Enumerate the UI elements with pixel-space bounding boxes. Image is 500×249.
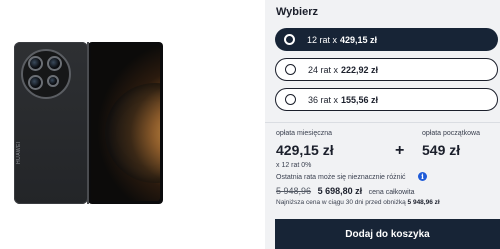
info-icon[interactable]: i	[418, 172, 427, 181]
option-amount: 429,15 zł	[340, 34, 378, 45]
radio-icon[interactable]	[285, 94, 296, 105]
old-total-price: 5 948,96	[276, 186, 312, 196]
monthly-fee-value: 429,15 zł	[276, 142, 334, 158]
option-amount: 222,92 zł	[341, 64, 379, 75]
section-divider	[265, 122, 500, 123]
lowest-price-value: 5 948,96 zł	[407, 199, 440, 206]
radio-icon[interactable]	[285, 64, 296, 75]
camera-lens	[28, 75, 43, 90]
camera-lens	[47, 56, 62, 71]
initial-fee-label: opłata początkowa	[422, 130, 480, 137]
initial-fee-value: 549 zł	[422, 142, 461, 158]
monthly-fee-sub: x 12 rat 0%	[276, 162, 312, 169]
fold-hinge	[87, 42, 89, 204]
phone-brand-label: HUAWEI	[16, 141, 22, 164]
total-price-label: cena całkowita	[368, 189, 415, 196]
installment-option-24[interactable]: 24 rat x 222,92 zł	[275, 58, 498, 81]
camera-module	[21, 49, 71, 99]
option-prefix: 12 rat x	[307, 34, 338, 45]
camera-lens	[28, 56, 43, 71]
installment-option-36[interactable]: 36 rat x 155,56 zł	[275, 88, 498, 111]
current-total-price: 5 698,80 zł	[317, 186, 363, 196]
monthly-fee-label: opłata miesięczna	[276, 130, 333, 137]
installment-option-12[interactable]: 12 rat x 429,15 zł	[275, 28, 498, 51]
phone-front-image	[88, 42, 163, 204]
last-installment-notice: Ostatnia rata może się nieznacznie różni…	[276, 174, 406, 181]
lowest-price-text: Najniższa cena w ciągu 30 dni przed obni…	[276, 199, 406, 206]
total-price-row: 5 948,96 5 698,80 zł cena całkowita	[276, 186, 415, 196]
lowest-price-info: Najniższa cena w ciągu 30 dni przed obni…	[276, 199, 440, 206]
choose-heading: Wybierz	[276, 6, 318, 18]
option-amount: 155,56 zł	[341, 94, 379, 105]
add-to-cart-button[interactable]: Dodaj do koszyka	[275, 219, 500, 249]
camera-lens	[47, 75, 59, 87]
option-prefix: 36 rat x	[308, 94, 339, 105]
wallpaper-planet	[105, 83, 160, 183]
product-image-area: HUAWEI	[0, 0, 265, 249]
phone-screen	[91, 45, 160, 201]
option-prefix: 24 rat x	[308, 64, 339, 75]
radio-selected-icon[interactable]	[284, 34, 295, 45]
plus-sign: +	[395, 142, 405, 159]
